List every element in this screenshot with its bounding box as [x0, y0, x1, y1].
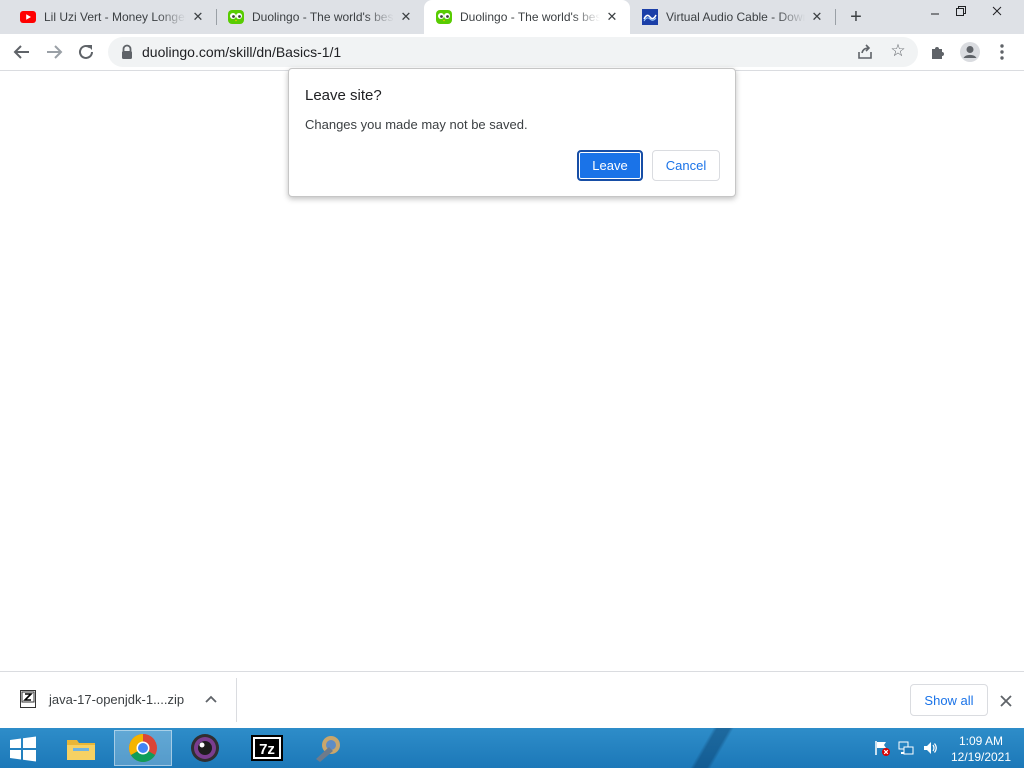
taskbar-decoration: [680, 728, 740, 768]
tab-title: Duolingo - The world's best way to learn: [460, 10, 600, 24]
windows-start-icon[interactable]: [8, 736, 38, 762]
profile-button[interactable]: [956, 38, 984, 66]
tab-close-icon[interactable]: ✕: [604, 9, 620, 25]
puzzle-icon: [932, 47, 944, 59]
download-shelf: java-17-openjdk-1....zip Show all: [0, 671, 1024, 728]
show-all-button[interactable]: Show all: [910, 684, 988, 716]
svg-text:7z: 7z: [259, 741, 275, 758]
download-item[interactable]: java-17-openjdk-1....zip: [10, 678, 235, 722]
clock-date: 12/19/2021: [950, 750, 1012, 764]
dialog-title: Leave site?: [305, 87, 382, 104]
tab-duolingo-active[interactable]: Duolingo - The world's best way to learn…: [424, 0, 630, 34]
tab-close-icon[interactable]: ✕: [190, 9, 206, 25]
obs-icon[interactable]: [176, 730, 234, 766]
bookmark-star-icon[interactable]: ☆: [888, 41, 908, 61]
url-text[interactable]: duolingo.com/skill/dn/Basics-1/1: [142, 44, 341, 60]
duolingo-icon: [228, 9, 244, 25]
lock-icon[interactable]: [120, 44, 134, 60]
tab-virtual-audio-cable[interactable]: Virtual Audio Cable - Download ✕: [630, 0, 835, 34]
volume-icon[interactable]: [922, 740, 938, 756]
app-icon[interactable]: [300, 730, 358, 766]
chrome-icon[interactable]: [114, 730, 172, 766]
browser-toolbar: duolingo.com/skill/dn/Basics-1/1 ☆: [0, 34, 1024, 71]
clock-time: 1:09 AM: [958, 734, 1004, 748]
action-center-flag-icon[interactable]: [874, 740, 890, 756]
shelf-divider: [236, 678, 237, 722]
dialog-message: Changes you made may not be saved.: [305, 117, 528, 132]
tab-youtube[interactable]: Lil Uzi Vert - Money Longer ✕: [8, 0, 216, 34]
close-shelf-icon[interactable]: [995, 690, 1017, 712]
restore-icon[interactable]: [946, 0, 976, 22]
cancel-button[interactable]: Cancel: [652, 150, 720, 181]
avatar-icon: [960, 42, 980, 62]
tab-close-icon[interactable]: ✕: [398, 9, 414, 25]
extensions-button[interactable]: [924, 38, 952, 66]
leave-site-dialog: Leave site? Changes you made may not be …: [288, 68, 736, 197]
network-icon[interactable]: [898, 740, 914, 756]
back-arrow-icon: [13, 45, 29, 59]
kebab-menu-icon: [1000, 44, 1004, 60]
file-explorer-icon[interactable]: [52, 730, 110, 766]
tab-close-icon[interactable]: ✕: [809, 9, 825, 25]
7zip-icon[interactable]: 7z: [238, 730, 296, 766]
tab-duolingo-1[interactable]: Duolingo - The world's best way to learn…: [216, 0, 424, 34]
forward-arrow-icon: [47, 45, 63, 59]
reload-icon: [79, 44, 93, 59]
share-icon[interactable]: [856, 43, 874, 61]
windows-taskbar: 7z: [0, 728, 1024, 768]
tab-title: Virtual Audio Cable - Download: [666, 10, 805, 24]
tab-title: Duolingo - The world's best way to learn: [252, 10, 394, 24]
new-tab-button[interactable]: +: [845, 6, 867, 28]
zip-file-icon: [20, 690, 36, 708]
vac-icon: [642, 9, 658, 25]
forward-button[interactable]: [40, 38, 68, 66]
address-bar[interactable]: duolingo.com/skill/dn/Basics-1/1 ☆: [108, 37, 918, 67]
taskbar-clock[interactable]: 1:09 AM 12/19/2021: [946, 733, 1016, 765]
back-button[interactable]: [8, 38, 36, 66]
tab-strip: Lil Uzi Vert - Money Longer ✕ Duolingo -…: [0, 0, 1024, 34]
youtube-icon: [20, 9, 36, 25]
chevron-up-icon[interactable]: [203, 692, 219, 708]
leave-button[interactable]: Leave: [577, 150, 643, 181]
tab-title: Lil Uzi Vert - Money Longer: [44, 10, 186, 24]
download-file-name: java-17-openjdk-1....zip: [49, 692, 185, 707]
duolingo-icon: [436, 9, 452, 25]
menu-button[interactable]: [988, 38, 1016, 66]
close-window-icon[interactable]: [982, 0, 1012, 22]
reload-button[interactable]: [72, 38, 100, 66]
tab-separator: [835, 9, 836, 25]
